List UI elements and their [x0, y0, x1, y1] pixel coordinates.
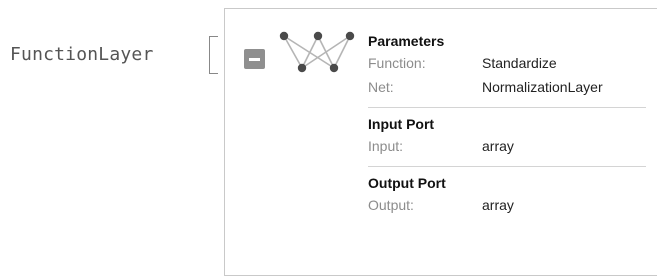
row-function: Function: Standardize — [368, 51, 648, 75]
output-port-section: Output Port Output: array — [368, 173, 648, 217]
neural-network-icon — [279, 31, 355, 73]
function-layer-head: FunctionLayer — [10, 44, 154, 65]
layer-info: Parameters Function: Standardize Net: No… — [368, 31, 648, 217]
section-divider — [368, 166, 646, 167]
section-title-output-port: Output Port — [368, 175, 446, 191]
row-label-input: Input: — [368, 138, 404, 154]
row-label-function: Function: — [368, 55, 426, 71]
open-bracket — [209, 36, 218, 74]
row-input: Input: array — [368, 134, 648, 158]
row-value-function: Standardize — [482, 55, 557, 71]
section-title-parameters: Parameters — [368, 33, 445, 49]
row-label-output: Output: — [368, 197, 414, 213]
section-divider — [368, 107, 646, 108]
network-node-top-right — [345, 31, 355, 41]
row-output: Output: array — [368, 193, 648, 217]
row-value-net: NormalizationLayer — [482, 79, 603, 95]
network-node-top-left — [279, 31, 289, 41]
row-label-net: Net: — [368, 79, 394, 95]
network-edges — [283, 35, 351, 69]
row-net: Net: NormalizationLayer — [368, 75, 648, 99]
parameters-section: Parameters Function: Standardize Net: No… — [368, 31, 648, 99]
network-node-top-center — [313, 31, 323, 41]
row-value-input: array — [482, 138, 514, 154]
section-title-input-port: Input Port — [368, 116, 435, 132]
collapse-icon[interactable] — [244, 49, 265, 69]
network-node-bottom-right — [329, 63, 339, 73]
row-value-output: array — [482, 197, 514, 213]
network-node-bottom-left — [297, 63, 307, 73]
input-port-section: Input Port Input: array — [368, 114, 648, 158]
